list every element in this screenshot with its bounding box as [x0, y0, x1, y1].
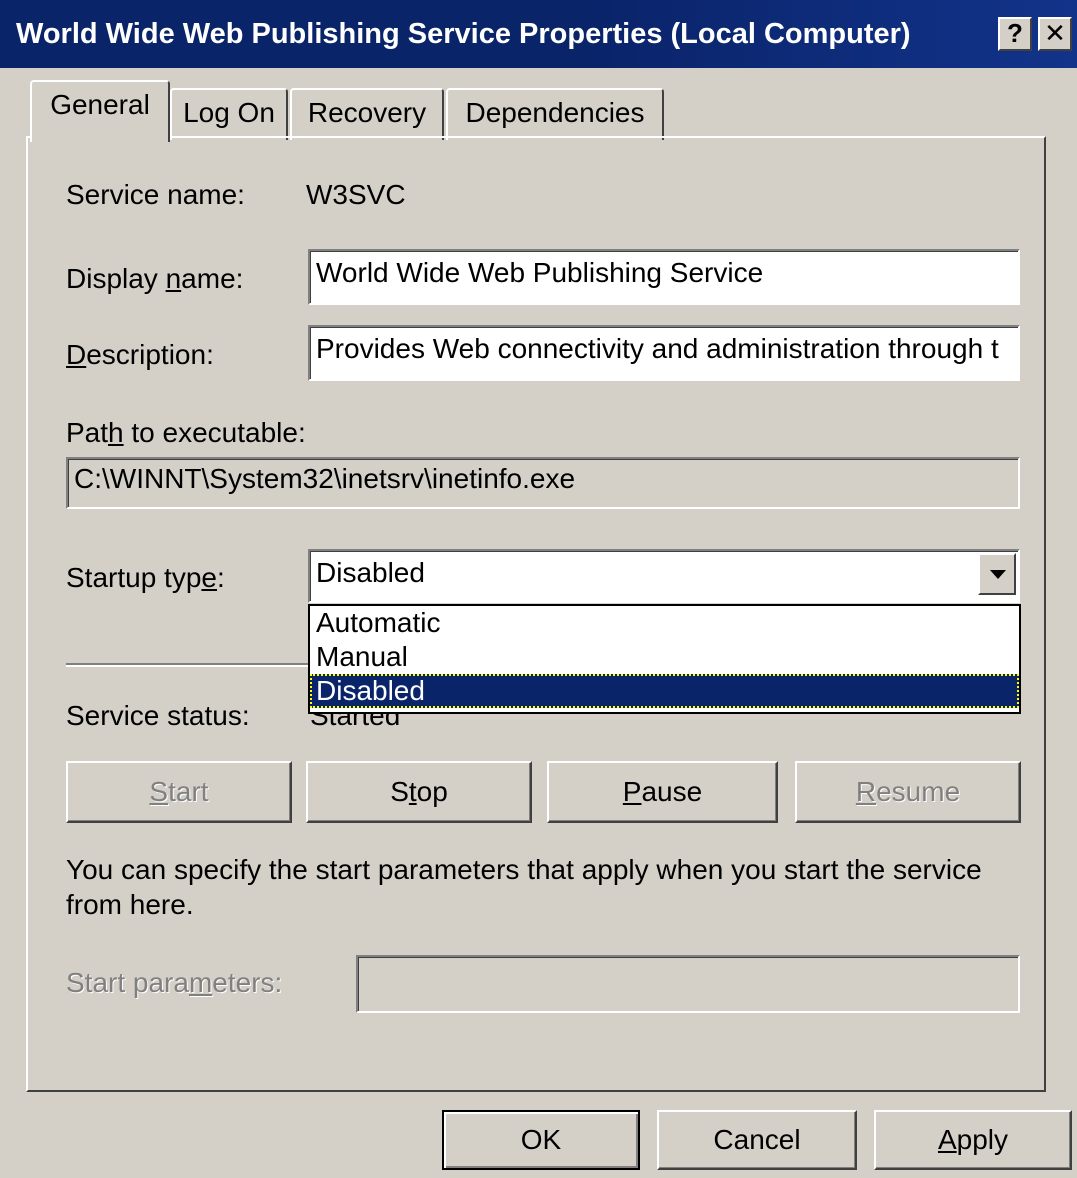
stop-text-2: op — [416, 776, 448, 807]
start-parameters-label: Start parameters: — [66, 966, 282, 1000]
display-name-label: Display name: — [66, 262, 243, 296]
help-button[interactable]: ? — [998, 17, 1032, 51]
display-name-field[interactable]: World Wide Web Publishing Service — [308, 249, 1020, 305]
apply-accel: A — [937, 1124, 957, 1155]
title-bar[interactable]: World Wide Web Publishing Service Proper… — [0, 0, 1077, 68]
tab-dependencies[interactable]: Dependencies — [446, 88, 664, 140]
description-label-text: escription: — [86, 339, 214, 370]
path-label-accel: h — [108, 417, 124, 448]
path-label-text-2: to executable: — [123, 417, 306, 448]
display-name-label-text-2: ame: — [181, 263, 244, 294]
ok-button[interactable]: OK — [442, 1110, 640, 1170]
start-parameters-label-accel: m — [188, 967, 213, 998]
apply-text: pply — [956, 1124, 1009, 1155]
service-name-label: Service name: — [66, 179, 245, 210]
stop-accel: t — [408, 776, 417, 807]
window-title: World Wide Web Publishing Service Proper… — [16, 18, 911, 50]
start-parameters-label-text-2: eters: — [212, 967, 283, 998]
startup-type-label: Startup type: — [66, 561, 225, 595]
pause-button[interactable]: Pause — [547, 761, 778, 823]
cancel-button[interactable]: Cancel — [657, 1110, 857, 1170]
service-status-label: Service status: — [66, 700, 250, 731]
startup-type-dropdown[interactable]: Automatic Manual Disabled — [308, 604, 1021, 714]
tab-general[interactable]: General — [30, 80, 170, 142]
resume-button[interactable]: Resume — [795, 761, 1021, 823]
description-label: Description: — [66, 338, 214, 372]
description-field[interactable]: Provides Web connectivity and administra… — [308, 325, 1020, 381]
pause-accel: P — [622, 776, 642, 807]
chevron-down-icon[interactable] — [978, 553, 1016, 595]
path-to-executable-field[interactable]: C:\WINNT\System32\inetsrv\inetinfo.exe — [66, 457, 1020, 509]
resume-text: esume — [876, 776, 961, 807]
close-icon: ✕ — [1044, 18, 1066, 48]
description-label-accel: D — [66, 339, 87, 370]
path-label: Path to executable: — [66, 416, 306, 450]
start-button[interactable]: Start — [66, 761, 292, 823]
startup-type-combobox[interactable]: Disabled — [308, 549, 1020, 603]
start-parameters-field[interactable] — [356, 955, 1020, 1013]
stop-button[interactable]: Stop — [306, 761, 532, 823]
apply-button[interactable]: Apply — [874, 1110, 1072, 1170]
close-button[interactable]: ✕ — [1038, 17, 1072, 51]
startup-type-label-text-2: : — [216, 562, 225, 593]
startup-type-label-text: Startup typ — [66, 562, 202, 593]
option-automatic[interactable]: Automatic — [310, 606, 1019, 640]
display-name-label-text: Display — [66, 263, 166, 294]
service-name-value: W3SVC — [306, 179, 406, 210]
start-parameters-help-text: You can specify the start parameters tha… — [66, 854, 982, 920]
start-parameters-label-text: Start para — [66, 967, 189, 998]
startup-type-value: Disabled — [316, 557, 425, 588]
startup-type-label-accel: e — [201, 562, 217, 593]
start-text: tart — [168, 776, 209, 807]
option-disabled[interactable]: Disabled — [310, 674, 1019, 708]
path-label-text: Pat — [66, 417, 109, 448]
pause-text: ause — [641, 776, 703, 807]
help-icon: ? — [1007, 18, 1023, 48]
stop-text: S — [390, 776, 409, 807]
option-manual[interactable]: Manual — [310, 640, 1019, 674]
tab-recovery[interactable]: Recovery — [290, 88, 444, 140]
start-accel: S — [149, 776, 169, 807]
tab-log-on[interactable]: Log On — [170, 88, 288, 140]
display-name-label-accel: n — [165, 263, 182, 294]
resume-accel: R — [855, 776, 877, 807]
